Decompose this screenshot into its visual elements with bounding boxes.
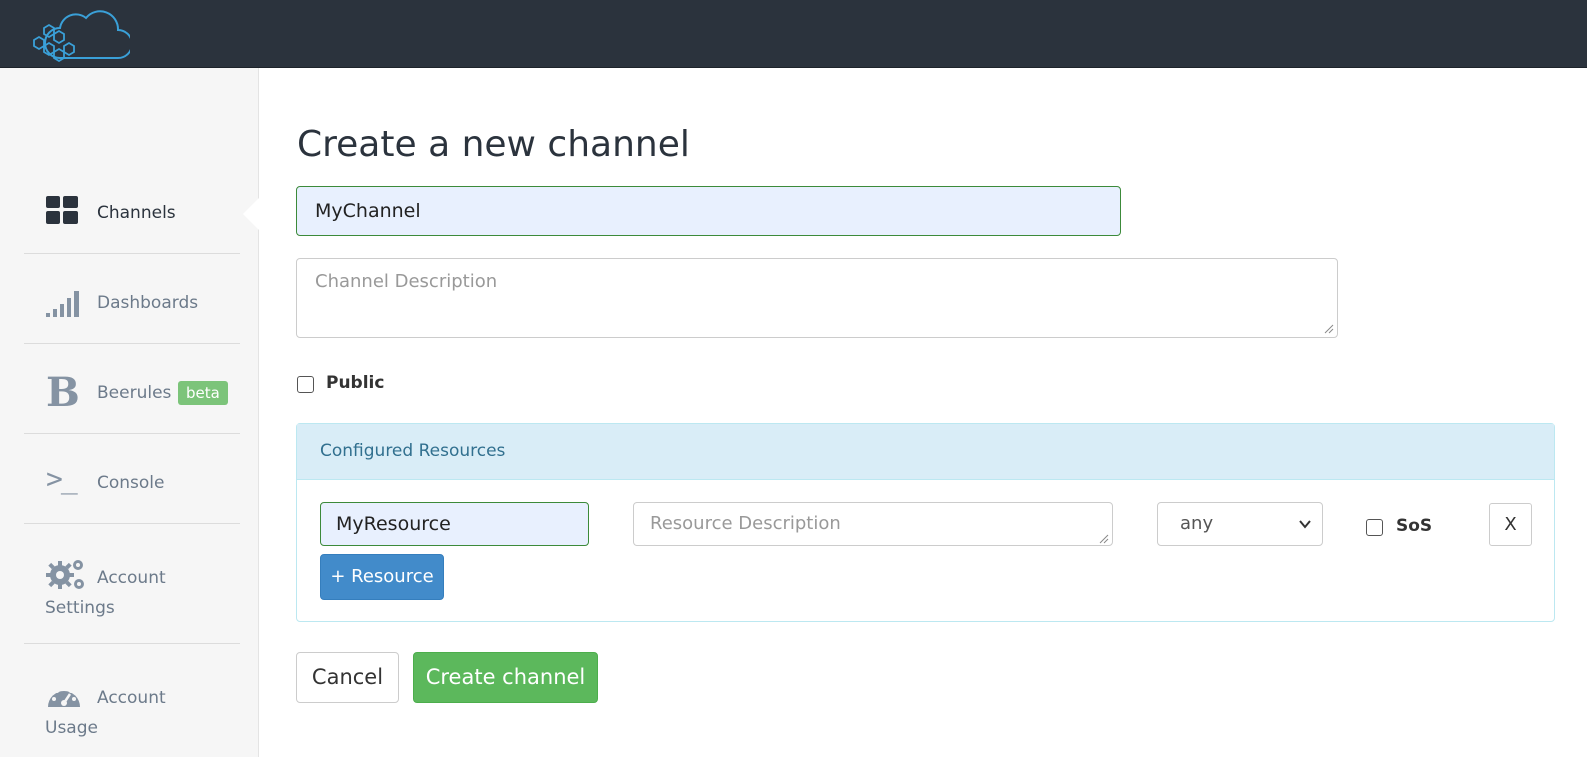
resize-grip-icon[interactable]	[1324, 324, 1334, 334]
sidebar-item-account-usage[interactable]: Account Usage	[24, 644, 240, 757]
remove-resource-button[interactable]: X	[1489, 503, 1532, 546]
select-value: any	[1180, 513, 1214, 534]
sidebar-item-dashboards[interactable]: Dashboards	[24, 254, 240, 344]
grid-icon	[46, 196, 78, 228]
create-channel-button[interactable]: Create channel	[413, 652, 598, 703]
sidebar-item-label: Channels	[97, 203, 176, 223]
add-resource-button[interactable]: + Resource	[320, 554, 444, 600]
panel-title: Configured Resources	[320, 441, 506, 461]
beta-badge: beta	[178, 381, 228, 405]
chevron-down-icon	[1299, 520, 1311, 529]
cancel-button[interactable]: Cancel	[296, 652, 399, 703]
sos-checkbox[interactable]	[1366, 519, 1383, 536]
sidebar-item-label: Dashboards	[97, 293, 199, 313]
configured-resources-panel: Configured Resources MyResource Resource…	[296, 423, 1555, 622]
sidebar-item-label: Account Settings	[45, 568, 166, 618]
public-checkbox[interactable]	[297, 376, 314, 393]
sidebar-item-console[interactable]: >_ Console	[24, 434, 240, 524]
signal-bars-icon	[46, 287, 82, 321]
cloud-logo-icon[interactable]	[30, 6, 133, 63]
channel-name-input[interactable]	[296, 186, 1121, 236]
sidebar-item-beerules[interactable]: B Beerules beta	[24, 344, 240, 434]
b-letter-icon: B	[46, 369, 80, 416]
panel-header: Configured Resources	[297, 424, 1554, 480]
resource-name-input[interactable]: MyResource	[320, 502, 589, 546]
resource-type-select[interactable]: any	[1157, 502, 1323, 546]
top-navbar	[0, 0, 1587, 68]
public-label: Public	[326, 373, 385, 393]
resource-description-input[interactable]: Resource Description	[633, 502, 1113, 546]
page-title: Create a new channel	[297, 124, 690, 165]
sidebar-item-channels[interactable]: Channels	[24, 166, 240, 254]
sidebar-item-label: Console	[97, 473, 165, 493]
sidebar-item-label: Beerules	[97, 383, 172, 403]
resize-grip-icon[interactable]	[1099, 534, 1109, 544]
active-indicator	[243, 198, 259, 230]
terminal-prompt-icon: >_	[46, 462, 78, 495]
channel-description-textarea[interactable]: Channel Description	[296, 258, 1338, 338]
sos-label: SoS	[1396, 516, 1433, 536]
sidebar-item-account-settings[interactable]: Account Settings	[24, 524, 240, 644]
sidebar: Channels Dashboards B Beerules beta >_ C…	[0, 68, 259, 757]
sidebar-item-label: Account Usage	[45, 688, 166, 738]
